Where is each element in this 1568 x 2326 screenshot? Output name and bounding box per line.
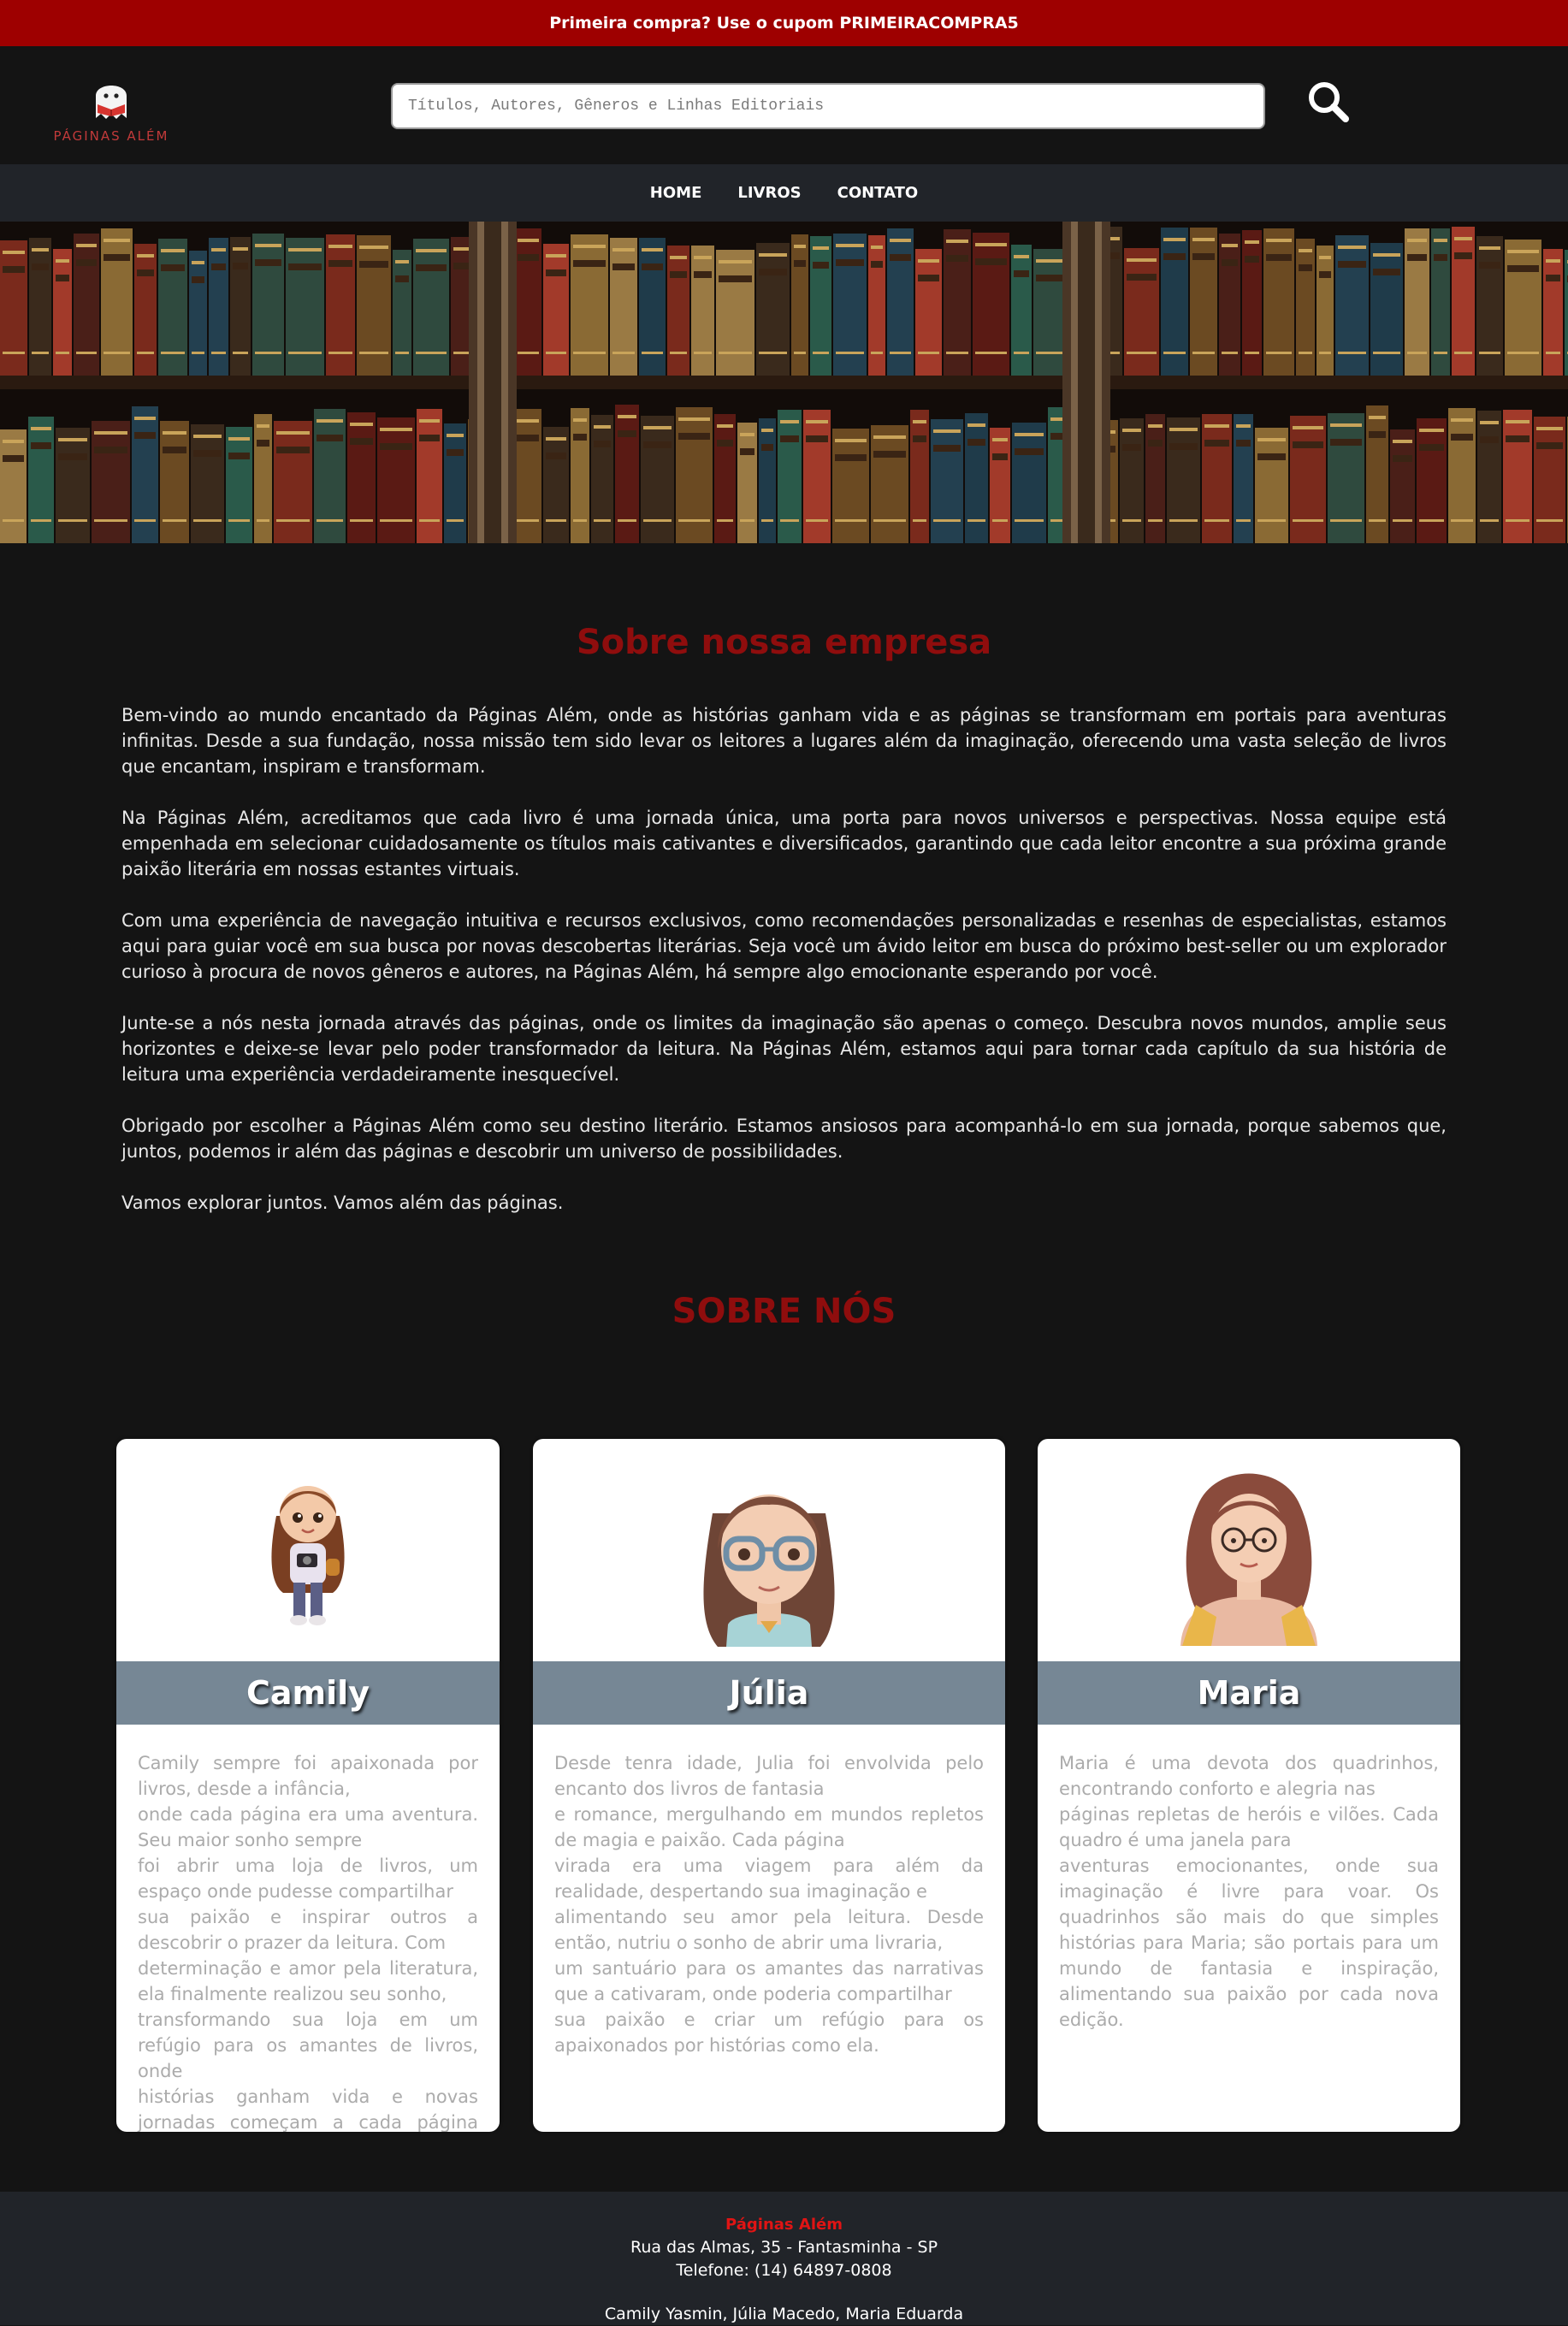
- julia-avatar: [533, 1439, 1005, 1661]
- team-title: SOBRE NÓS: [672, 1292, 896, 1331]
- logo-text: PÁGINAS ALÉM: [53, 128, 169, 144]
- search-icon: [1309, 82, 1349, 122]
- about-paragraph: Na Páginas Além, acreditamos que cada li…: [121, 808, 1447, 879]
- bookshelf-illustration: [0, 222, 1568, 543]
- search-input[interactable]: [391, 83, 1265, 129]
- footer-credits: Camily Yasmin, Júlia Macedo, Maria Eduar…: [604, 2305, 964, 2323]
- about-paragraph: Vamos explorar juntos. Vamos além das pá…: [121, 1193, 564, 1213]
- footer-address: Rua das Almas, 35 - Fantasminha - SP: [630, 2238, 938, 2257]
- logo[interactable]: PÁGINAS ALÉM: [53, 72, 169, 144]
- ghost-logo-icon: [96, 86, 127, 119]
- nav-home-link[interactable]: HOME: [650, 184, 702, 202]
- team-card-camily: Camily Camily sempre foi apaixonada por …: [116, 1439, 500, 2132]
- team-card-julia: Júlia Desde tenra idade, Julia foi envol…: [533, 1439, 1005, 2132]
- about-paragraph: Junte-se a nós nesta jornada através das…: [121, 1013, 1447, 1085]
- maria-avatar: [1038, 1439, 1460, 1661]
- footer-phone: Telefone: (14) 64897-0808: [676, 2261, 892, 2280]
- woman-with-glasses-avatar-icon: [1180, 1473, 1317, 1646]
- footer: Páginas Além Rua das Almas, 35 - Fantasm…: [0, 2192, 1568, 2325]
- julia-bio: Desde tenra idade, Julia foi envolvida p…: [554, 1753, 984, 2056]
- about-section: Sobre nossa empresa Bem-vindo ao mundo e…: [0, 543, 1568, 1332]
- nav-livros-link[interactable]: LIVROS: [737, 184, 801, 202]
- about-paragraph: Com uma experiência de navegação intuiti…: [121, 910, 1447, 982]
- camily-name: Camily: [116, 1661, 500, 1725]
- about-paragraph: Bem-vindo ao mundo encantado da Páginas …: [121, 705, 1447, 777]
- nav-contato-link[interactable]: CONTATO: [837, 184, 919, 202]
- main-nav: HOME LIVROS CONTATO: [0, 164, 1568, 222]
- promo-text: Primeira compra? Use o cupom PRIMEIRACOM…: [549, 14, 1019, 33]
- girl-avatar-icon: [271, 1486, 345, 1625]
- maria-bio: Maria é uma devota dos quadrinhos, encon…: [1059, 1753, 1439, 2030]
- about-paragraph: Obrigado por escolher a Páginas Além com…: [121, 1116, 1447, 1162]
- search-button[interactable]: [1305, 79, 1353, 127]
- girl-with-glasses-avatar-icon: [703, 1494, 835, 1647]
- team-card-maria: Maria Maria é uma devota dos quadrinhos,…: [1038, 1439, 1460, 2132]
- about-paragraphs: Bem-vindo ao mundo encantado da Páginas …: [121, 702, 1447, 1216]
- camily-bio: Camily sempre foi apaixonada por livros,…: [138, 1753, 478, 2132]
- julia-name: Júlia: [533, 1661, 1005, 1725]
- header: PÁGINAS ALÉM: [0, 46, 1568, 164]
- about-title: Sobre nossa empresa: [576, 623, 992, 662]
- camily-avatar: [116, 1439, 500, 1661]
- hero-banner-bookshelf: [0, 222, 1568, 543]
- maria-name: Maria: [1038, 1661, 1460, 1725]
- footer-brand: Páginas Além: [725, 2216, 843, 2234]
- promo-bar: Primeira compra? Use o cupom PRIMEIRACOM…: [0, 0, 1568, 46]
- team-cards: Camily Camily sempre foi apaixonada por …: [0, 1332, 1568, 2132]
